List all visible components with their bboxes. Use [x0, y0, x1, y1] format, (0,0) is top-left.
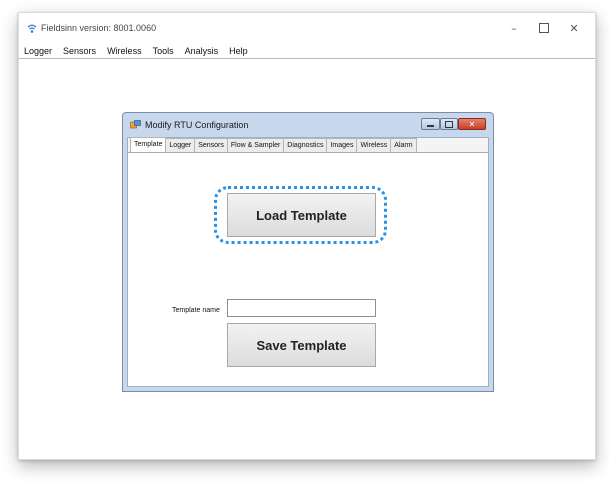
minimize-button[interactable]: – [503, 19, 525, 37]
dialog-titlebar: Modify RTU Configuration ✕ [123, 113, 493, 135]
minimize-icon: – [511, 21, 517, 35]
maximize-button[interactable] [533, 19, 555, 37]
tab-flow-sampler[interactable]: Flow & Sampler [226, 138, 285, 152]
menu-tools[interactable]: Tools [153, 46, 174, 56]
tabstrip: Template Logger Sensors Flow & Sampler D… [128, 137, 488, 153]
dialog-close-button[interactable]: ✕ [458, 118, 486, 130]
main-titlebar: Fieldsinn version: 8001.0060 – ✕ [19, 13, 595, 43]
minimize-icon [427, 125, 434, 127]
close-icon: ✕ [569, 21, 579, 35]
app-title: Fieldsinn version: 8001.0060 [41, 23, 157, 33]
dialog-title: Modify RTU Configuration [145, 120, 249, 130]
menu-wireless[interactable]: Wireless [107, 46, 142, 56]
tab-logger[interactable]: Logger [165, 138, 196, 152]
dialog-minimize-button[interactable] [421, 118, 440, 130]
tab-alarm[interactable]: Alarm [390, 138, 417, 152]
menu-logger[interactable]: Logger [24, 46, 52, 56]
dialog-maximize-button[interactable] [440, 118, 458, 130]
tab-sensors[interactable]: Sensors [194, 138, 228, 152]
template-name-input[interactable] [227, 299, 376, 317]
close-button[interactable]: ✕ [563, 19, 585, 37]
menu-sensors[interactable]: Sensors [63, 46, 96, 56]
maximize-icon [539, 23, 549, 33]
wireless-icon [27, 24, 37, 33]
dialog-body: Template Logger Sensors Flow & Sampler D… [127, 137, 489, 387]
menu-analysis[interactable]: Analysis [185, 46, 219, 56]
settings-icon [130, 120, 141, 129]
template-name-label: Template name [172, 307, 220, 314]
save-template-button[interactable]: Save Template [227, 323, 376, 367]
screenshot-frame: Fieldsinn version: 8001.0060 – ✕ Logger … [18, 12, 596, 460]
tab-wireless[interactable]: Wireless [356, 138, 392, 152]
tab-template[interactable]: Template [130, 137, 167, 152]
menu-help[interactable]: Help [229, 46, 248, 56]
tab-diagnostics[interactable]: Diagnostics [283, 138, 328, 152]
menubar: Logger Sensors Wireless Tools Analysis H… [19, 43, 595, 59]
maximize-icon [445, 120, 453, 128]
close-icon: ✕ [468, 119, 476, 129]
tab-images[interactable]: Images [326, 138, 358, 152]
modify-rtu-dialog: Modify RTU Configuration ✕ Template Logg… [122, 112, 494, 392]
load-template-button[interactable]: Load Template [227, 193, 376, 237]
